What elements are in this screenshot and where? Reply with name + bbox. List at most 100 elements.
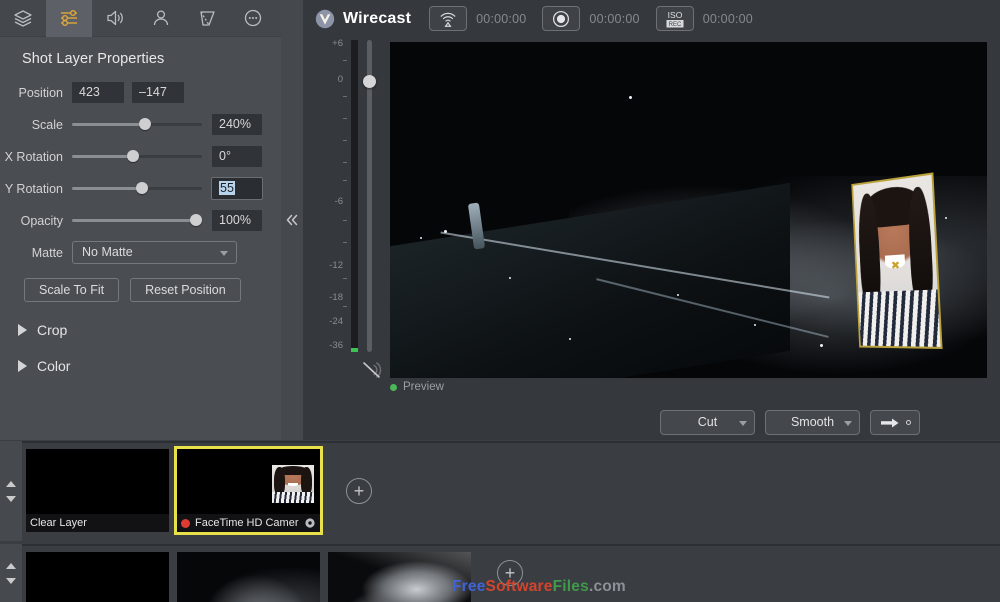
broadcast-button[interactable] <box>429 6 468 31</box>
transition-b-select[interactable]: Smooth <box>765 410 860 435</box>
properties-sidebar: Shot Layer Properties Position 423 –147 … <box>0 0 303 440</box>
page-title: Shot Layer Properties <box>22 51 165 67</box>
shot-facetime-camera[interactable]: FaceTime HD Camer <box>174 446 323 535</box>
scroll-up-icon[interactable] <box>6 480 16 487</box>
opacity-row: Opacity 100% <box>0 207 303 234</box>
scroll-up-icon[interactable] <box>6 562 16 569</box>
scale-label: Scale <box>31 117 63 132</box>
position-row: Position 423 –147 <box>0 79 303 106</box>
iso-record-button[interactable]: ISO REC <box>655 6 694 31</box>
x-rotation-knob[interactable] <box>127 150 140 162</box>
iso-record-timecode: 00:00:00 <box>702 11 753 26</box>
properties-form: Position 423 –147 Scale 240% X Rotation <box>0 79 303 374</box>
bin1-items: Clear Layer FaceTime HD Camer + <box>26 441 372 541</box>
preview-canvas[interactable]: ✖ <box>390 42 987 378</box>
broadcast-timer: 00:00:00 <box>429 6 526 31</box>
transform-icon[interactable] <box>184 0 230 37</box>
section-color-label: Color <box>37 358 71 374</box>
section-crop[interactable]: Crop <box>18 322 303 338</box>
shot-caption-text: Clear Layer <box>30 517 87 529</box>
meter-tick-label: -12 <box>329 260 343 271</box>
add-shot-button[interactable]: + <box>346 478 372 504</box>
shot-black[interactable] <box>26 552 169 602</box>
record-timecode: 00:00:00 <box>589 11 640 26</box>
triangle-right-icon <box>18 360 27 372</box>
sliders-icon[interactable] <box>46 0 92 37</box>
x-rotation-track-empty <box>133 155 202 158</box>
scale-to-fit-button[interactable]: Scale To Fit <box>24 278 120 302</box>
pip-center-handle[interactable]: ✖ <box>890 261 901 272</box>
collapse-sidebar-button[interactable] <box>281 0 303 440</box>
shot-caption-text: FaceTime HD Camer <box>195 517 299 529</box>
record-icon <box>553 10 570 27</box>
volume-slider-knob[interactable] <box>363 75 376 88</box>
add-shot-button[interactable]: + <box>497 560 523 586</box>
shot-bin-row-2: + <box>0 544 1000 602</box>
x-rotation-slider[interactable] <box>72 146 202 167</box>
transition-a-select[interactable]: Cut <box>660 410 755 435</box>
chevron-down-icon <box>220 251 228 256</box>
matte-select[interactable]: No Matte <box>72 241 237 264</box>
position-y-input[interactable]: –147 <box>132 82 184 103</box>
meter-tick-label: -24 <box>329 316 343 327</box>
wirecast-window: Shot Layer Properties Position 423 –147 … <box>0 0 1000 602</box>
preview-label-text: Preview <box>403 381 444 393</box>
bin2-scroll-arrows <box>0 544 22 602</box>
speaker-muted-icon[interactable] <box>361 360 383 385</box>
gear-icon[interactable] <box>304 517 316 529</box>
y-rotation-knob[interactable] <box>136 182 149 194</box>
shot-bin-row-1: Clear Layer FaceTime HD Camer + <box>0 441 1000 541</box>
meter-tick-label: 0 <box>337 74 343 85</box>
wirecast-logo-icon <box>315 9 335 28</box>
opacity-knob[interactable] <box>189 214 202 226</box>
position-x-input[interactable]: 423 <box>72 82 124 103</box>
bin1-scroll-arrows <box>0 441 22 541</box>
x-rotation-track-filled <box>72 155 134 158</box>
shot-thumbnail <box>177 552 320 602</box>
meter-tick-label: +6 <box>332 38 343 49</box>
shot-thumbnail <box>272 465 314 503</box>
scale-track-empty <box>144 123 202 126</box>
section-color[interactable]: Color <box>18 358 303 374</box>
preview-panel: ✖ <box>390 42 987 378</box>
shot-band[interactable] <box>328 552 471 602</box>
transition-a-value: Cut <box>697 415 718 429</box>
scale-slider[interactable] <box>72 114 202 135</box>
live-indicator-icon <box>181 518 190 528</box>
scale-knob[interactable] <box>138 118 151 130</box>
iso-rec-icon: ISO REC <box>666 10 684 28</box>
shot-crowd[interactable] <box>177 552 320 602</box>
chevron-down-icon <box>739 421 747 426</box>
more-icon[interactable] <box>230 0 276 37</box>
shot-clear-layer[interactable]: Clear Layer <box>26 449 169 532</box>
reset-position-button[interactable]: Reset Position <box>130 278 241 302</box>
go-transition-button[interactable] <box>870 410 920 435</box>
circle-icon <box>905 420 911 425</box>
app-title: Wirecast <box>343 9 412 27</box>
scroll-down-icon[interactable] <box>6 495 16 502</box>
shot-caption: FaceTime HD Camer <box>177 514 320 532</box>
person-icon[interactable] <box>138 0 184 37</box>
chevron-down-icon <box>844 421 852 426</box>
opacity-slider[interactable] <box>72 210 202 231</box>
shot-thumbnail <box>328 552 471 602</box>
scroll-down-icon[interactable] <box>6 577 16 584</box>
layers-icon[interactable] <box>0 0 46 37</box>
matte-label: Matte <box>31 245 63 260</box>
scale-track-filled <box>72 123 145 126</box>
x-rotation-value-input[interactable]: 0° <box>212 146 262 167</box>
scale-value-input[interactable]: 240% <box>212 114 262 135</box>
y-rotation-track-filled <box>72 187 143 190</box>
audio-icon[interactable] <box>92 0 138 37</box>
iso-record-timer: ISO REC 00:00:00 <box>655 6 753 31</box>
app-header: Wirecast 00:00:00 00:00:00 ISO REC 00:00:… <box>303 0 1000 37</box>
record-timer: 00:00:00 <box>542 6 639 31</box>
y-rotation-slider[interactable] <box>72 178 202 199</box>
meter-tick-label: -6 <box>334 196 343 207</box>
record-button[interactable] <box>542 6 581 31</box>
transition-b-value: Smooth <box>790 415 835 429</box>
opacity-value-input[interactable]: 100% <box>212 210 262 231</box>
svg-text:ISO: ISO <box>667 10 682 20</box>
opacity-track-filled <box>72 219 196 222</box>
y-rotation-value-input[interactable]: 55 <box>211 177 263 200</box>
